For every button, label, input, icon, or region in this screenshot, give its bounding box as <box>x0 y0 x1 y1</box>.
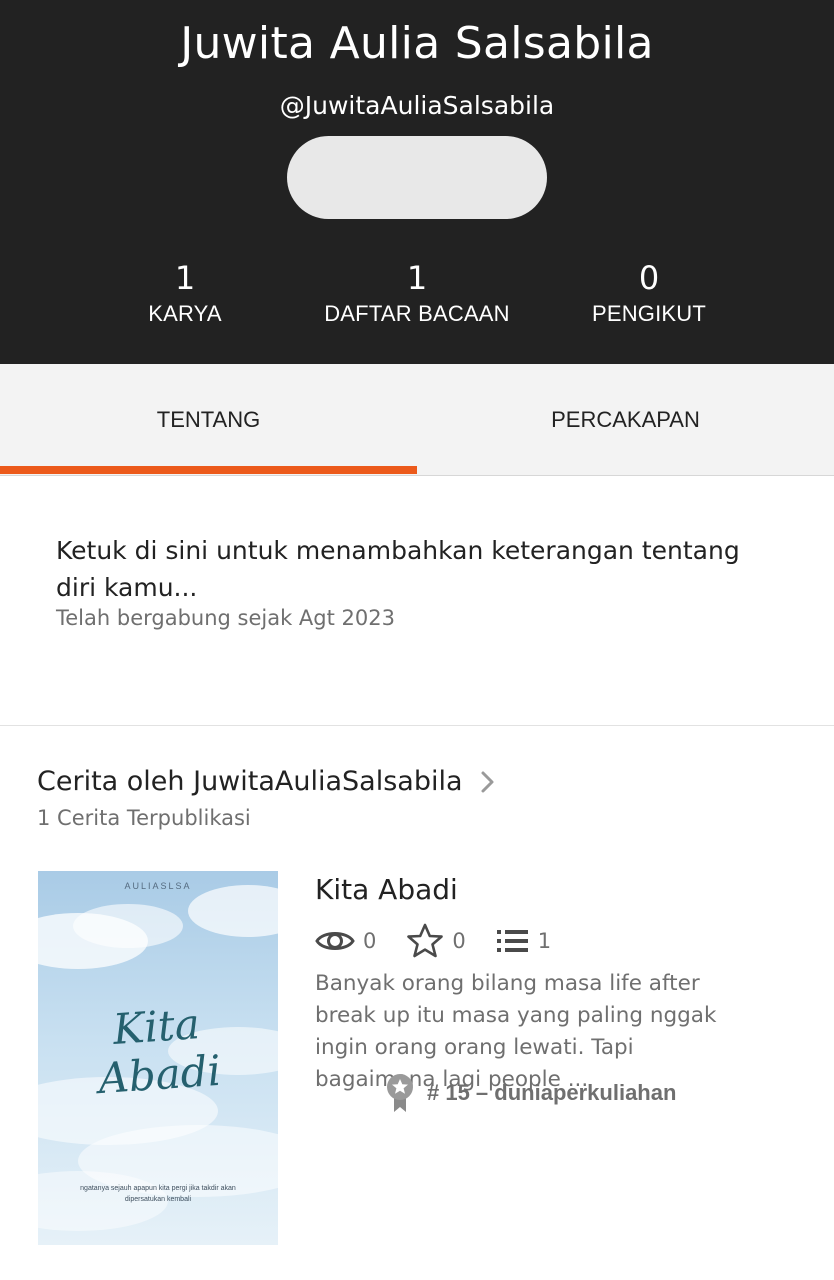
stories-count: 1 Cerita Terpublikasi <box>37 806 251 830</box>
tab-about[interactable]: TENTANG <box>0 364 417 475</box>
stat-works-label: KARYA <box>148 301 222 326</box>
stat-reading-lists-value: 1 <box>406 259 428 297</box>
eye-icon <box>315 932 355 950</box>
stories-section-title: Cerita oleh JuwitaAuliaSalsabila <box>37 766 463 797</box>
stat-followers-label: PENGIKUT <box>591 301 707 326</box>
profile-header: Juwita Aulia Salsabila @JuwitaAuliaSalsa… <box>0 0 834 364</box>
follow-button[interactable] <box>287 136 547 219</box>
chevron-right-icon <box>481 771 494 792</box>
about-description-prompt[interactable]: Ketuk di sini untuk menambahkan keterang… <box>56 532 776 606</box>
cover-tagline: ngatanya sejauh apapun kita pergi jika t… <box>80 1185 236 1203</box>
username: @JuwitaAuliaSalsabila <box>279 91 555 120</box>
reads-stat: 0 <box>315 927 376 955</box>
votes-count: 0 <box>452 929 466 953</box>
stat-followers-value: 0 <box>638 259 660 297</box>
parts-stat: 1 <box>496 927 551 955</box>
stories-heading-link[interactable]: Cerita oleh JuwitaAuliaSalsabila <box>37 766 499 797</box>
cover-author: AULIASLSA <box>124 881 192 891</box>
about-section: Ketuk di sini untuk menambahkan keterang… <box>0 476 834 726</box>
list-icon <box>496 930 528 952</box>
story-title[interactable]: Kita Abadi <box>315 873 458 906</box>
stat-works[interactable]: 1 KARYA <box>55 258 315 328</box>
stat-reading-lists-label: DAFTAR BACAAN <box>324 301 510 326</box>
story-ranking[interactable]: # 15 – duniaperkuliahan <box>385 1072 676 1114</box>
stat-works-value: 1 <box>174 259 196 297</box>
reads-count: 0 <box>363 929 377 953</box>
tab-bar: TENTANG PERCAKAPAN <box>0 364 834 476</box>
story-stats: 0 0 1 <box>315 922 581 960</box>
tab-conversations[interactable]: PERCAKAPAN <box>417 364 834 475</box>
stat-reading-lists[interactable]: 1 DAFTAR BACAAN <box>287 258 547 328</box>
cover-title: Kita Abadi <box>38 995 278 1108</box>
display-name: Juwita Aulia Salsabila <box>180 18 654 69</box>
star-icon <box>407 923 444 958</box>
parts-count: 1 <box>537 929 552 953</box>
active-tab-indicator <box>0 466 417 474</box>
joined-date: Telah bergabung sejak Agt 2023 <box>56 606 395 630</box>
votes-stat: 0 <box>406 923 466 959</box>
ranking-label: # 15 – duniaperkuliahan <box>427 1080 677 1105</box>
stat-followers[interactable]: 0 PENGIKUT <box>519 258 779 328</box>
story-cover[interactable]: AULIASLSA Kita Abadi ngatanya sejauh apa… <box>38 871 278 1245</box>
ribbon-icon <box>387 1074 413 1112</box>
